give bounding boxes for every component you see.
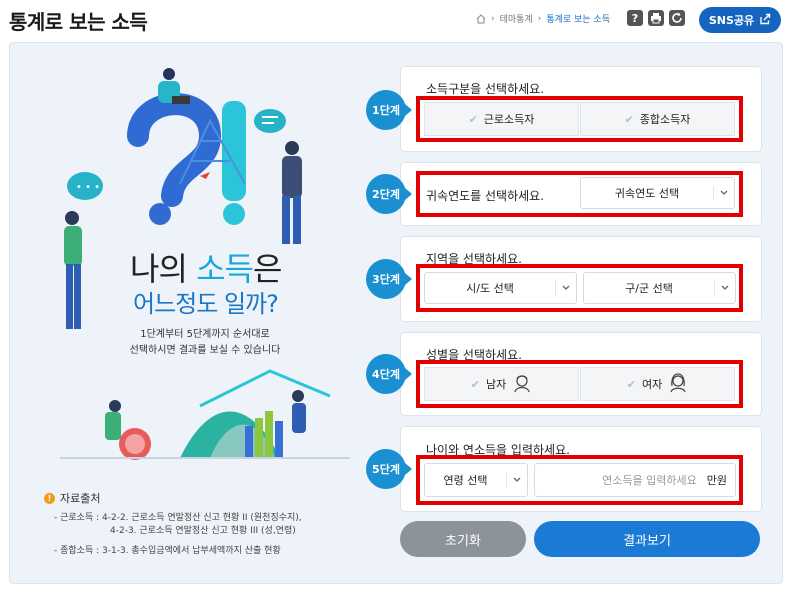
year-select-value: 귀속연도 선택 [614, 187, 680, 200]
option-label: 여자 [641, 378, 663, 391]
sns-share-label: SNS공유 [708, 14, 755, 27]
option-male[interactable]: ✔ 남자 [424, 367, 579, 401]
male-avatar-icon [512, 373, 532, 396]
headline-part2: 은 [252, 250, 282, 288]
source-text: 4-2-2. 근로소득 연말정산 신고 현황 II (원천징수지), [102, 513, 302, 523]
print-icon[interactable] [648, 10, 664, 26]
age-select-value: 연령 선택 [443, 474, 488, 487]
source-title: ! 자료출처 [44, 490, 100, 506]
source-text: 3-1-3. 총수입금액에서 납부세액까지 산출 현황 [102, 546, 281, 556]
check-icon: ✔ [624, 112, 634, 126]
city-select[interactable]: 시/도 선택 [424, 272, 577, 304]
step1-badge: 1단계 [366, 90, 412, 130]
reset-button[interactable]: 초기화 [400, 521, 526, 557]
age-select[interactable]: 연령 선택 [424, 463, 528, 497]
check-icon: ✔ [468, 112, 478, 126]
option-label: 남자 [485, 378, 507, 391]
headline-part1: 나의 [130, 250, 197, 288]
info-icon: ! [44, 492, 55, 504]
breadcrumb-item-current: 통계로 보는 소득 [546, 15, 610, 25]
view-result-button[interactable]: 결과보기 [534, 521, 760, 557]
chevron-down-icon [555, 281, 576, 295]
income-input[interactable]: 연소득을 입력하세요 만원 [534, 463, 736, 497]
source-line-3: - 종합소득 : 3-1-3. 총수입금액에서 납부세액까지 산출 현황 [54, 543, 281, 556]
help-icon[interactable]: ? [627, 10, 643, 26]
check-icon: ✔ [626, 377, 636, 391]
step2-badge: 2단계 [366, 174, 412, 214]
refresh-icon[interactable] [669, 10, 685, 26]
city-select-value: 시/도 선택 [466, 282, 514, 295]
income-unit: 만원 [706, 474, 727, 487]
source-line-1: - 근로소득 : 4-2-2. 근로소득 연말정산 신고 현황 II (원천징수… [54, 510, 302, 523]
year-select[interactable]: 귀속연도 선택 [580, 177, 735, 209]
instruction-line2: 선택하시면 결과를 보실 수 있습니다 [129, 345, 281, 356]
option-female[interactable]: ✔ 여자 [580, 367, 735, 401]
instruction-text: 1단계부터 5단계까지 순서대로 선택하시면 결과를 보실 수 있습니다 [100, 327, 310, 359]
source-text: 4-2-3. 근로소득 연말정산 신고 현황 III (성,연령) [110, 526, 296, 536]
breadcrumb-separator: › [490, 13, 495, 24]
source-label: - 종합소득 : [54, 546, 100, 556]
step1-question: 소득구분을 선택하세요. [426, 82, 545, 96]
chevron-down-icon [713, 186, 734, 200]
district-select[interactable]: 구/군 선택 [583, 272, 736, 304]
check-icon: ✔ [470, 377, 480, 391]
option-label: 근로소득자 [483, 113, 535, 126]
option-label: 종합소득자 [639, 113, 691, 126]
district-select-value: 구/군 선택 [625, 282, 673, 295]
step4-badge: 4단계 [366, 354, 412, 394]
chevron-down-icon [506, 473, 527, 487]
breadcrumb-separator: › [537, 13, 542, 24]
chevron-down-icon [714, 281, 735, 295]
headline-line2: 어느정도 일까? [133, 290, 279, 318]
svg-text:• • •: • • • [76, 182, 100, 193]
page-title: 통계로 보는 소득 [9, 10, 148, 34]
option-comprehensive-earner[interactable]: ✔ 종합소득자 [580, 102, 735, 136]
sns-share-button[interactable]: SNS공유 [699, 7, 781, 33]
female-avatar-icon [668, 372, 688, 396]
option-wage-earner[interactable]: ✔ 근로소득자 [424, 102, 579, 136]
home-icon[interactable] [476, 13, 486, 24]
step3-badge: 3단계 [366, 259, 412, 299]
breadcrumb: › 테마통계 › 통계로 보는 소득 [476, 12, 610, 25]
source-title-label: 자료출처 [60, 492, 101, 505]
income-input-placeholder: 연소득을 입력하세요 [602, 474, 697, 487]
share-icon [759, 13, 771, 28]
step5-badge: 5단계 [366, 449, 412, 489]
source-label: - 근로소득 : [54, 513, 100, 523]
instruction-line1: 1단계부터 5단계까지 순서대로 [140, 329, 270, 340]
headline-highlight: 소득 [196, 250, 254, 288]
source-line-2: 4-2-3. 근로소득 연말정산 신고 현황 III (성,연령) [110, 523, 296, 536]
breadcrumb-item-theme[interactable]: 테마통계 [500, 12, 533, 25]
step2-question: 귀속연도를 선택하세요. [426, 189, 545, 203]
